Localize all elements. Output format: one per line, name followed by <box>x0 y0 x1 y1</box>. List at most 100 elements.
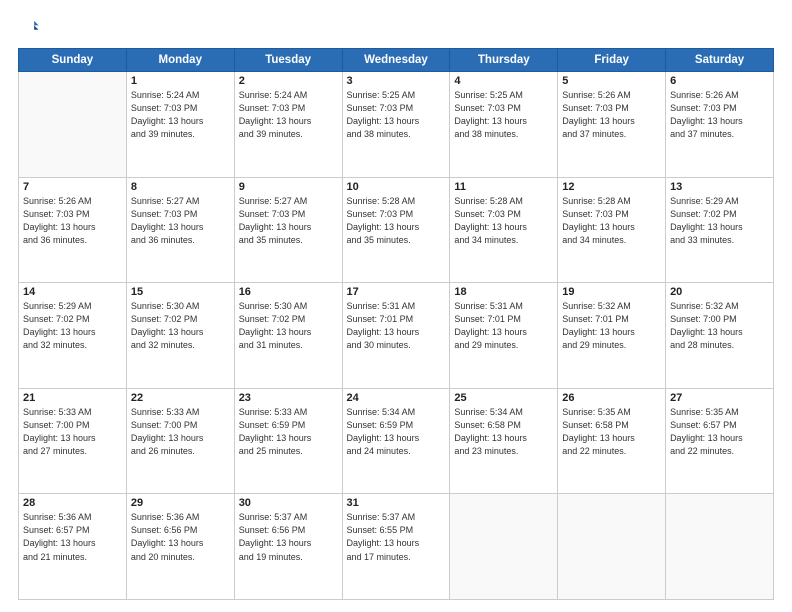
day-info: Sunrise: 5:25 AMSunset: 7:03 PMDaylight:… <box>454 89 553 141</box>
day-info: Sunrise: 5:34 AMSunset: 6:59 PMDaylight:… <box>347 406 446 458</box>
day-info: Sunrise: 5:26 AMSunset: 7:03 PMDaylight:… <box>562 89 661 141</box>
calendar-cell: 3Sunrise: 5:25 AMSunset: 7:03 PMDaylight… <box>342 72 450 178</box>
day-info: Sunrise: 5:37 AMSunset: 6:56 PMDaylight:… <box>239 511 338 563</box>
calendar-cell: 28Sunrise: 5:36 AMSunset: 6:57 PMDayligh… <box>19 494 127 600</box>
week-row-2: 7 Sunrise: 5:26 AMSunset: 7:03 PMDaylight… <box>19 177 774 283</box>
weekday-header-friday: Friday <box>558 49 666 72</box>
day-info: Sunrise: 5:30 AMSunset: 7:02 PMDaylight:… <box>131 300 230 352</box>
calendar-cell: 5 Sunrise: 5:26 AMSunset: 7:03 PMDaylight… <box>558 72 666 178</box>
week-row-5: 28Sunrise: 5:36 AMSunset: 6:57 PMDayligh… <box>19 494 774 600</box>
weekday-header-sunday: Sunday <box>19 49 127 72</box>
day-info: Sunrise: 5:33 AMSunset: 7:00 PMDaylight:… <box>23 406 122 458</box>
day-info: Sunrise: 5:25 AMSunset: 7:03 PMDaylight:… <box>347 89 446 141</box>
day-info: Sunrise: 5:33 AMSunset: 6:59 PMDaylight:… <box>239 406 338 458</box>
calendar-cell: 21 Sunrise: 5:33 AMSunset: 7:00 PMDayligh… <box>19 388 127 494</box>
calendar-cell: 16Sunrise: 5:30 AMSunset: 7:02 PMDayligh… <box>234 283 342 389</box>
calendar-cell: 29Sunrise: 5:36 AMSunset: 6:56 PMDayligh… <box>126 494 234 600</box>
day-number: 30 <box>239 497 338 509</box>
calendar-cell: 8 Sunrise: 5:27 AMSunset: 7:03 PMDaylight… <box>126 177 234 283</box>
day-number: 20 <box>670 286 769 298</box>
day-info: Sunrise: 5:28 AMSunset: 7:03 PMDaylight:… <box>562 195 661 247</box>
calendar-cell <box>666 494 774 600</box>
calendar-table: SundayMondayTuesdayWednesdayThursdayFrid… <box>18 48 774 600</box>
day-number: 23 <box>239 392 338 404</box>
day-number: 7 <box>23 181 122 193</box>
day-number: 10 <box>347 181 446 193</box>
calendar-cell: 9 Sunrise: 5:27 AMSunset: 7:03 PMDaylight… <box>234 177 342 283</box>
day-number: 31 <box>347 497 446 509</box>
day-number: 6 <box>670 75 769 87</box>
weekday-header-wednesday: Wednesday <box>342 49 450 72</box>
day-number: 19 <box>562 286 661 298</box>
day-info: Sunrise: 5:27 AMSunset: 7:03 PMDaylight:… <box>131 195 230 247</box>
day-info: Sunrise: 5:34 AMSunset: 6:58 PMDaylight:… <box>454 406 553 458</box>
logo-icon <box>18 18 40 40</box>
day-number: 26 <box>562 392 661 404</box>
calendar-cell: 31 Sunrise: 5:37 AMSunset: 6:55 PMDayligh… <box>342 494 450 600</box>
day-info: Sunrise: 5:33 AMSunset: 7:00 PMDaylight:… <box>131 406 230 458</box>
day-number: 15 <box>131 286 230 298</box>
day-info: Sunrise: 5:36 AMSunset: 6:56 PMDaylight:… <box>131 511 230 563</box>
day-number: 21 <box>23 392 122 404</box>
day-info: Sunrise: 5:28 AMSunset: 7:03 PMDaylight:… <box>454 195 553 247</box>
logo <box>18 18 42 40</box>
weekday-header-monday: Monday <box>126 49 234 72</box>
calendar-cell: 26 Sunrise: 5:35 AMSunset: 6:58 PMDayligh… <box>558 388 666 494</box>
week-row-1: 1 Sunrise: 5:24 AMSunset: 7:03 PMDaylight… <box>19 72 774 178</box>
calendar-cell: 11 Sunrise: 5:28 AMSunset: 7:03 PMDayligh… <box>450 177 558 283</box>
day-number: 13 <box>670 181 769 193</box>
day-number: 8 <box>131 181 230 193</box>
day-number: 18 <box>454 286 553 298</box>
day-number: 4 <box>454 75 553 87</box>
calendar-cell: 2 Sunrise: 5:24 AMSunset: 7:03 PMDaylight… <box>234 72 342 178</box>
calendar-cell <box>19 72 127 178</box>
calendar-cell: 19 Sunrise: 5:32 AMSunset: 7:01 PMDayligh… <box>558 283 666 389</box>
calendar-body: 1 Sunrise: 5:24 AMSunset: 7:03 PMDaylight… <box>19 72 774 600</box>
day-number: 14 <box>23 286 122 298</box>
day-number: 25 <box>454 392 553 404</box>
calendar-cell: 20 Sunrise: 5:32 AMSunset: 7:00 PMDayligh… <box>666 283 774 389</box>
calendar-cell: 15 Sunrise: 5:30 AMSunset: 7:02 PMDayligh… <box>126 283 234 389</box>
calendar-cell: 30 Sunrise: 5:37 AMSunset: 6:56 PMDayligh… <box>234 494 342 600</box>
day-info: Sunrise: 5:37 AMSunset: 6:55 PMDaylight:… <box>347 511 446 563</box>
day-info: Sunrise: 5:24 AMSunset: 7:03 PMDaylight:… <box>239 89 338 141</box>
weekday-header-saturday: Saturday <box>666 49 774 72</box>
day-number: 17 <box>347 286 446 298</box>
day-number: 22 <box>131 392 230 404</box>
day-info: Sunrise: 5:35 AMSunset: 6:57 PMDaylight:… <box>670 406 769 458</box>
day-number: 9 <box>239 181 338 193</box>
calendar-cell: 22 Sunrise: 5:33 AMSunset: 7:00 PMDayligh… <box>126 388 234 494</box>
calendar-cell <box>450 494 558 600</box>
day-info: Sunrise: 5:27 AMSunset: 7:03 PMDaylight:… <box>239 195 338 247</box>
page: SundayMondayTuesdayWednesdayThursdayFrid… <box>0 0 792 612</box>
day-info: Sunrise: 5:32 AMSunset: 7:01 PMDaylight:… <box>562 300 661 352</box>
calendar-cell: 17 Sunrise: 5:31 AMSunset: 7:01 PMDayligh… <box>342 283 450 389</box>
calendar-cell: 10 Sunrise: 5:28 AMSunset: 7:03 PMDayligh… <box>342 177 450 283</box>
day-number: 16 <box>239 286 338 298</box>
day-number: 2 <box>239 75 338 87</box>
calendar-cell: 27 Sunrise: 5:35 AMSunset: 6:57 PMDayligh… <box>666 388 774 494</box>
day-info: Sunrise: 5:31 AMSunset: 7:01 PMDaylight:… <box>454 300 553 352</box>
weekday-header-tuesday: Tuesday <box>234 49 342 72</box>
day-number: 1 <box>131 75 230 87</box>
day-number: 11 <box>454 181 553 193</box>
day-info: Sunrise: 5:28 AMSunset: 7:03 PMDaylight:… <box>347 195 446 247</box>
day-info: Sunrise: 5:35 AMSunset: 6:58 PMDaylight:… <box>562 406 661 458</box>
day-number: 27 <box>670 392 769 404</box>
day-number: 5 <box>562 75 661 87</box>
day-info: Sunrise: 5:26 AMSunset: 7:03 PMDaylight:… <box>670 89 769 141</box>
calendar-cell <box>558 494 666 600</box>
day-info: Sunrise: 5:26 AMSunset: 7:03 PMDaylight:… <box>23 195 122 247</box>
calendar-cell: 7 Sunrise: 5:26 AMSunset: 7:03 PMDaylight… <box>19 177 127 283</box>
day-info: Sunrise: 5:32 AMSunset: 7:00 PMDaylight:… <box>670 300 769 352</box>
day-info: Sunrise: 5:31 AMSunset: 7:01 PMDaylight:… <box>347 300 446 352</box>
calendar-cell: 23 Sunrise: 5:33 AMSunset: 6:59 PMDayligh… <box>234 388 342 494</box>
calendar-cell: 1 Sunrise: 5:24 AMSunset: 7:03 PMDaylight… <box>126 72 234 178</box>
calendar-cell: 14Sunrise: 5:29 AMSunset: 7:02 PMDayligh… <box>19 283 127 389</box>
calendar-cell: 25 Sunrise: 5:34 AMSunset: 6:58 PMDayligh… <box>450 388 558 494</box>
calendar-cell: 6 Sunrise: 5:26 AMSunset: 7:03 PMDaylight… <box>666 72 774 178</box>
day-info: Sunrise: 5:24 AMSunset: 7:03 PMDaylight:… <box>131 89 230 141</box>
day-number: 12 <box>562 181 661 193</box>
calendar-cell: 24Sunrise: 5:34 AMSunset: 6:59 PMDayligh… <box>342 388 450 494</box>
day-info: Sunrise: 5:36 AMSunset: 6:57 PMDaylight:… <box>23 511 122 563</box>
